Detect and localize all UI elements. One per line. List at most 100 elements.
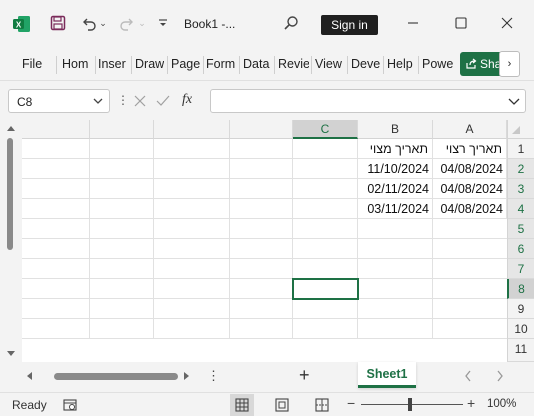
ribbon-separator	[311, 56, 312, 74]
zoom-slider-thumb[interactable]	[408, 398, 412, 411]
next-sheet-icon[interactable]	[496, 370, 504, 382]
column-header-c[interactable]: C	[293, 120, 358, 139]
tab-draw[interactable]: Draw	[135, 57, 164, 71]
ribbon-separator	[347, 56, 348, 74]
redo-dropdown-icon[interactable]: ⌄	[135, 10, 149, 36]
previous-sheet-icon[interactable]	[464, 370, 472, 382]
cell-a4[interactable]: 04/08/2024	[433, 199, 507, 219]
horizontal-scroll-thumb[interactable]	[54, 373, 178, 380]
tab-help[interactable]: Help	[387, 57, 416, 71]
row-header[interactable]: 10	[507, 319, 534, 339]
scroll-left-icon[interactable]	[25, 371, 33, 381]
search-icon[interactable]	[278, 10, 304, 36]
enter-check-icon[interactable]	[156, 95, 170, 107]
column-header[interactable]	[22, 120, 90, 139]
grid-view-icon	[235, 398, 249, 412]
name-box[interactable]: C8	[8, 89, 110, 113]
row-header[interactable]: 7	[507, 259, 534, 279]
cell-b1[interactable]: תאריך מצוי	[358, 139, 433, 159]
row-header-selected[interactable]: 8	[507, 279, 534, 299]
scroll-right-icon[interactable]	[183, 371, 191, 381]
ribbon-more-chevron-icon[interactable]: ›	[499, 51, 520, 77]
row-header[interactable]: 5	[507, 219, 534, 239]
cell-b3[interactable]: 02/11/2024	[358, 179, 433, 199]
cell-a1[interactable]: תאריך רצוי	[433, 139, 507, 159]
ribbon-separator	[131, 56, 132, 74]
ribbon-separator	[383, 56, 384, 74]
select-all-corner[interactable]	[507, 120, 534, 139]
ribbon-separator	[274, 56, 275, 74]
row-header[interactable]: 1	[507, 139, 534, 159]
column-header[interactable]	[230, 120, 293, 139]
zoom-out-icon[interactable]: −	[347, 395, 355, 411]
normal-view-button[interactable]	[230, 394, 254, 416]
cancel-icon[interactable]	[134, 95, 146, 107]
cell-b2[interactable]: 11/10/2024	[358, 159, 433, 179]
sheet-tab-sheet1[interactable]: Sheet1	[358, 362, 416, 388]
zoom-in-icon[interactable]: +	[467, 395, 475, 411]
cell-a2[interactable]: 04/08/2024	[433, 159, 507, 179]
selected-cell-c8[interactable]	[292, 278, 359, 300]
column-header-a[interactable]: A	[433, 120, 507, 139]
undo-dropdown-icon[interactable]: ⌄	[96, 10, 110, 36]
title-bar: X ⌄ ⌄ Book1 -... Sign in	[0, 0, 534, 48]
cell-b4[interactable]: 03/11/2024	[358, 199, 433, 219]
page-layout-icon[interactable]	[275, 398, 289, 412]
formula-buttons: fx	[128, 89, 206, 113]
tab-data[interactable]: Data	[243, 57, 272, 71]
page-break-preview-icon[interactable]	[315, 398, 329, 412]
scroll-down-icon[interactable]	[6, 350, 16, 358]
zoom-level[interactable]: 100%	[487, 398, 516, 410]
ribbon-tabs: File Hom Inser Draw Page Form Data Revie…	[0, 48, 534, 80]
tab-review[interactable]: Revie	[278, 57, 309, 71]
tab-page-layout[interactable]: Page	[171, 57, 200, 71]
customize-toolbar-icon[interactable]	[150, 10, 176, 36]
column-header[interactable]	[90, 120, 154, 139]
row-header[interactable]: 6	[507, 239, 534, 259]
row-header[interactable]: 2	[507, 159, 534, 179]
maximize-icon[interactable]	[448, 10, 474, 36]
ribbon-separator	[95, 56, 96, 74]
add-sheet-icon[interactable]: +	[299, 365, 310, 386]
window-title: Book1 -...	[184, 17, 236, 31]
insert-function-icon[interactable]: fx	[182, 92, 192, 108]
status-bar: Ready − + 100%	[0, 392, 534, 416]
sheet-tab-bar: ⋮ + Sheet1	[0, 362, 534, 390]
row-header[interactable]: 3	[507, 179, 534, 199]
row-header[interactable]: 9	[507, 299, 534, 319]
save-icon[interactable]	[45, 10, 71, 36]
row-header[interactable]: 4	[507, 199, 534, 219]
tab-file[interactable]: File	[22, 57, 42, 71]
name-box-value: C8	[17, 95, 33, 109]
spreadsheet-grid[interactable]: C B A 1 2 3 4 5 6 7 8 9 10 11 תאריך מצוי…	[0, 120, 534, 362]
vertical-scroll-thumb[interactable]	[7, 138, 13, 250]
row-header[interactable]: 11	[507, 339, 534, 362]
excel-logo-icon: X	[13, 16, 30, 32]
scroll-up-icon[interactable]	[6, 124, 16, 132]
column-header[interactable]	[154, 120, 230, 139]
cell-a3[interactable]: 04/08/2024	[433, 179, 507, 199]
formula-input[interactable]	[210, 89, 526, 113]
ribbon-separator	[239, 56, 240, 74]
formula-bar: C8 ⋮ fx	[0, 80, 534, 120]
share-button[interactable]: Sha	[460, 52, 504, 76]
column-header-b[interactable]: B	[358, 120, 433, 139]
zoom-slider-track[interactable]	[361, 404, 463, 405]
tab-insert[interactable]: Inser	[98, 57, 128, 71]
svg-text:X: X	[16, 20, 22, 29]
vertical-scrollbar[interactable]	[0, 120, 22, 362]
sign-in-button[interactable]: Sign in	[321, 15, 378, 35]
close-icon[interactable]	[494, 10, 520, 36]
minimize-icon[interactable]	[400, 10, 426, 36]
chevron-down-icon[interactable]	[93, 93, 103, 112]
tab-power-pivot[interactable]: Powe	[422, 57, 453, 71]
tab-formulas[interactable]: Form	[206, 57, 236, 71]
expand-formula-bar-icon[interactable]	[508, 93, 520, 112]
tab-developer[interactable]: Deve	[351, 57, 381, 71]
tab-view[interactable]: View	[315, 57, 345, 71]
status-ready: Ready	[12, 398, 47, 412]
accessibility-icon[interactable]	[63, 398, 77, 412]
ribbon-separator	[203, 56, 204, 74]
tab-home[interactable]: Hom	[62, 57, 92, 71]
more-options-icon[interactable]: ⋮	[207, 368, 220, 384]
